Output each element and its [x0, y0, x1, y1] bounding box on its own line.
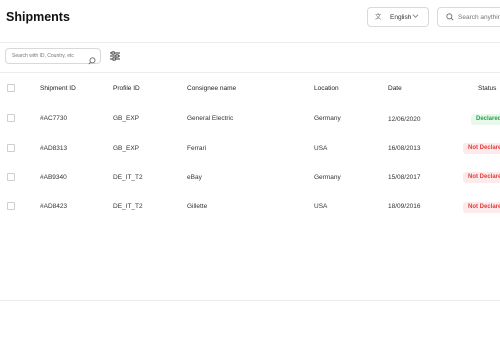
table-row[interactable]: #AD8313 GB_EXP Ferrari USA 16/08/2013 No… [0, 140, 500, 160]
consignee-name: eBay [187, 174, 202, 181]
table-row[interactable]: #AB9340 DE_IT_T2 eBay Germany 15/08/2017… [0, 169, 500, 189]
status-badge: Not Declared [463, 143, 500, 154]
search-icon [446, 8, 454, 26]
shipment-id: #AD8313 [40, 145, 68, 152]
location: Germany [314, 174, 341, 181]
sliders-icon [109, 49, 121, 66]
column-header-location[interactable]: Location [314, 85, 339, 92]
select-all-checkbox[interactable] [7, 84, 15, 92]
translate-icon: 文 [375, 11, 384, 23]
column-header-date[interactable]: Date [388, 85, 402, 92]
location: USA [314, 203, 328, 210]
location: Germany [314, 115, 341, 122]
column-header-profile-id[interactable]: Profile ID [113, 85, 140, 92]
svg-text:文: 文 [375, 12, 382, 20]
shipment-id: #AB9340 [40, 174, 67, 181]
row-checkbox[interactable] [7, 173, 15, 181]
column-header-shipment-id[interactable]: Shipment ID [40, 85, 76, 92]
row-checkbox[interactable] [7, 144, 15, 152]
profile-id: DE_IT_T2 [113, 174, 143, 181]
date: 16/08/2013 [388, 145, 421, 152]
shipment-id: #AD8423 [40, 203, 68, 210]
date: 15/08/2017 [388, 174, 421, 181]
column-header-consignee[interactable]: Consignee name [187, 85, 236, 92]
search-icon [88, 52, 96, 70]
row-checkbox[interactable] [7, 114, 15, 122]
row-checkbox[interactable] [7, 202, 15, 210]
toolbar-divider [0, 72, 500, 73]
profile-id: GB_EXP [113, 115, 140, 122]
status-badge: Not Declared [463, 202, 500, 213]
table-search-input[interactable] [12, 53, 88, 59]
chevron-down-icon [412, 12, 419, 21]
profile-id: DE_IT_T2 [113, 203, 143, 210]
page-title: Shipments [6, 10, 70, 24]
shipment-id: #AC7730 [40, 115, 68, 122]
language-select[interactable]: 文 English [367, 7, 429, 27]
filter-settings-button[interactable] [109, 49, 122, 62]
table-row[interactable]: #AD8423 DE_IT_T2 Gillette USA 18/09/2016… [0, 198, 500, 218]
column-header-status[interactable]: Status [478, 85, 496, 92]
profile-id: GB_EXP [113, 145, 140, 152]
date: 12/06/2020 [388, 116, 421, 123]
global-search-input[interactable] [458, 13, 500, 21]
table-row[interactable]: #AC7730 GB_EXP General Electric Germany … [0, 110, 500, 130]
consignee-name: General Electric [187, 115, 234, 122]
table-search[interactable] [5, 48, 101, 65]
consignee-name: Gillette [187, 203, 208, 210]
header-divider [0, 42, 500, 43]
global-search[interactable] [437, 7, 500, 27]
table-footer-divider [0, 300, 500, 301]
consignee-name: Ferrari [187, 145, 207, 152]
location: USA [314, 145, 328, 152]
status-badge: Declared [471, 114, 500, 125]
date: 18/09/2016 [388, 203, 421, 210]
status-badge: Not Declared [463, 172, 500, 183]
language-label: English [390, 13, 412, 21]
table-header: Shipment ID Profile ID Consignee name Lo… [0, 80, 500, 100]
